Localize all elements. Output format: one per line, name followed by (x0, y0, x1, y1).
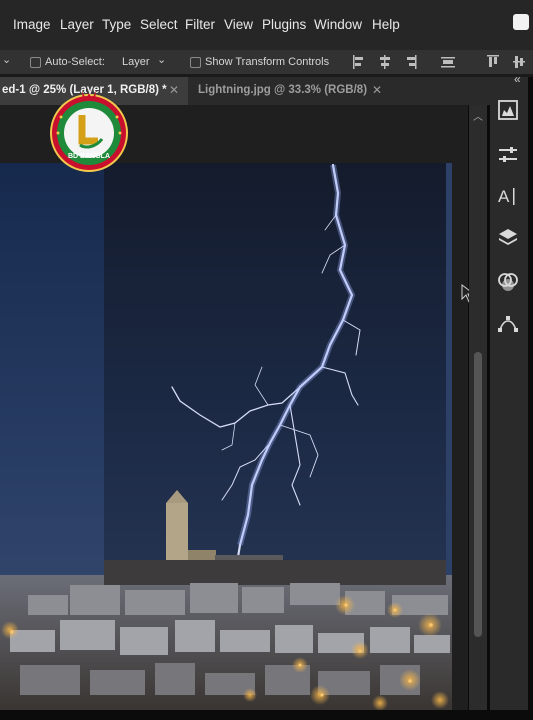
character-icon[interactable]: A (496, 184, 520, 208)
minimize-icon[interactable] (513, 14, 529, 30)
menu-layer[interactable]: Layer (60, 17, 94, 32)
right-panel-dock (490, 77, 528, 710)
menu-type[interactable]: Type (102, 17, 131, 32)
logo-text: BD BANGLA (68, 153, 110, 160)
paths-icon[interactable] (496, 312, 520, 336)
auto-select-dropdown[interactable]: Layer (122, 56, 150, 68)
align-left-icon[interactable] (352, 54, 366, 70)
align-top-icon[interactable] (486, 54, 500, 70)
adjustments-icon[interactable] (496, 143, 520, 167)
align-middle-icon[interactable] (512, 54, 526, 70)
svg-text:A: A (498, 187, 510, 206)
transform-controls-checkbox[interactable] (190, 57, 201, 68)
auto-select-label: Auto-Select: (45, 56, 105, 68)
auto-select-checkbox[interactable] (30, 57, 41, 68)
bottom-bar (0, 710, 533, 720)
transform-controls-label: Show Transform Controls (205, 56, 330, 68)
tab-lightning-label: Lightning.jpg @ 33.3% (RGB/8) (198, 84, 368, 96)
distribute-icon[interactable] (440, 54, 456, 70)
scroll-up-icon[interactable]: ︿ (473, 108, 483, 123)
menu-filter[interactable]: Filter (185, 17, 215, 32)
menu-bar: Image Layer Type Select Filter View Plug… (0, 0, 533, 50)
menu-plugins[interactable]: Plugins (262, 17, 306, 32)
canvas-workspace[interactable]: BD BANGLA (0, 91, 480, 710)
align-center-icon[interactable] (378, 54, 392, 70)
chevron-down-icon[interactable]: ⌄ (157, 53, 166, 66)
collapse-panels-icon[interactable]: « (514, 72, 521, 86)
menu-window[interactable]: Window (314, 17, 362, 32)
close-icon[interactable]: ✕ (169, 83, 179, 97)
menu-image[interactable]: Image (13, 17, 51, 32)
options-bar: ⌄ Auto-Select: Layer ⌄ Show Transform Co… (0, 50, 533, 74)
channels-icon[interactable] (496, 270, 520, 294)
scrollbar-thumb[interactable] (474, 352, 482, 637)
menu-view[interactable]: View (224, 17, 253, 32)
histogram-icon[interactable] (496, 98, 520, 122)
chevron-down-icon[interactable]: ⌄ (2, 53, 11, 66)
align-right-icon[interactable] (404, 54, 418, 70)
close-icon[interactable]: ✕ (372, 83, 382, 97)
canvas-document[interactable] (0, 105, 468, 710)
layers-icon[interactable] (496, 226, 520, 250)
bd-bangla-logo: BD BANGLA (46, 87, 132, 173)
menu-help[interactable]: Help (372, 17, 400, 32)
menu-select[interactable]: Select (140, 17, 178, 32)
